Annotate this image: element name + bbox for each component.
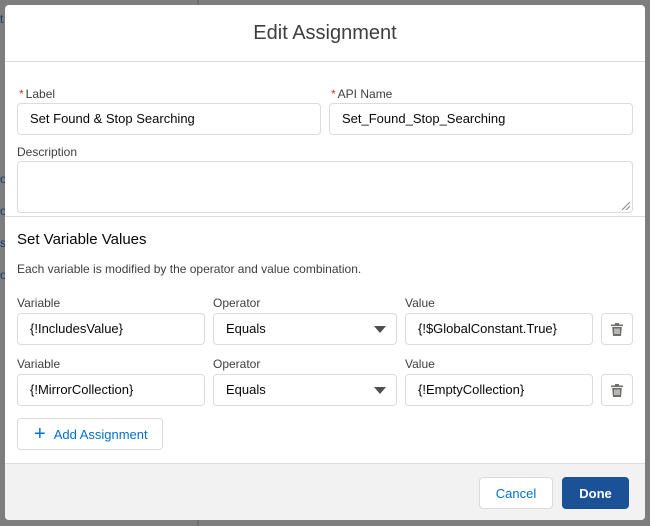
variable-column-label: Variable [17, 357, 61, 371]
description-textarea[interactable] [17, 161, 633, 213]
api-name-input[interactable]: Set_Found_Stop_Searching [329, 103, 633, 135]
operator-select-value: Equals [226, 382, 266, 397]
operator-column-label: Operator [213, 357, 261, 371]
set-variable-values-title: Set Variable Values [17, 231, 147, 248]
set-variable-values-helper: Each variable is modified by the operato… [17, 262, 362, 276]
edit-assignment-modal: Edit Assignment * Label Set Found & Stop … [5, 5, 645, 520]
label-field-label: * Label [19, 87, 56, 101]
operator-select[interactable]: Equals [213, 374, 397, 406]
value-column-label: Value [405, 296, 435, 310]
modal-title: Edit Assignment [253, 21, 397, 44]
modal-header: Edit Assignment [5, 5, 645, 62]
value-input[interactable]: {!EmptyCollection} [405, 374, 593, 406]
plus-icon: + [34, 423, 46, 445]
value-input[interactable]: {!$GlobalConstant.True} [405, 313, 593, 345]
value-column-label: Value [405, 357, 435, 371]
variable-input[interactable]: {!MirrorCollection} [17, 374, 205, 406]
done-button[interactable]: Done [562, 477, 629, 509]
required-marker: * [19, 87, 24, 101]
variable-column-label: Variable [17, 296, 61, 310]
trash-icon [611, 322, 623, 336]
delete-row-button[interactable] [601, 313, 633, 345]
variable-input[interactable]: {!IncludesValue} [17, 313, 205, 345]
delete-row-button[interactable] [601, 374, 633, 406]
modal-footer: Cancel Done [5, 463, 645, 520]
description-field-label: Description [17, 145, 78, 159]
resize-grip-icon[interactable] [622, 202, 630, 210]
chevron-down-icon [374, 387, 386, 394]
background-text-fragment: t [0, 12, 4, 26]
add-assignment-label: Add Assignment [53, 426, 148, 442]
chevron-down-icon [374, 326, 386, 333]
operator-column-label: Operator [213, 296, 261, 310]
api-name-field-label: * API Name [331, 87, 393, 101]
required-marker: * [331, 87, 336, 101]
add-assignment-button[interactable]: + Add Assignment [17, 418, 163, 450]
label-input[interactable]: Set Found & Stop Searching [17, 103, 321, 135]
operator-select[interactable]: Equals [213, 313, 397, 345]
cancel-button[interactable]: Cancel [479, 477, 553, 509]
properties-section: * Label Set Found & Stop Searching * API N… [5, 62, 645, 217]
trash-icon [611, 383, 623, 397]
operator-select-value: Equals [226, 321, 266, 336]
